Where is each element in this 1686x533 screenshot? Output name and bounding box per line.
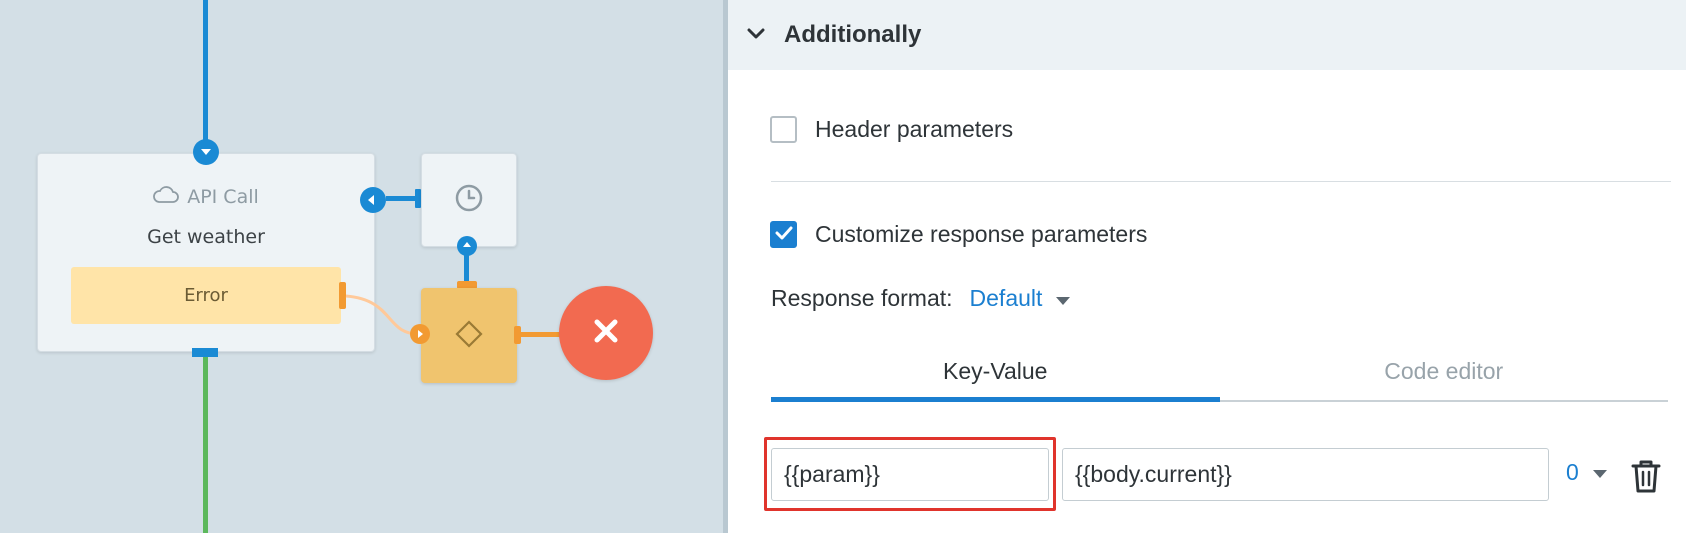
flow-connector-in	[203, 0, 208, 142]
settings-panel: Additionally Header parameters Customize…	[728, 0, 1686, 533]
timeout-port[interactable]	[360, 187, 386, 213]
api-call-node[interactable]: API Call Get weather Error	[37, 153, 375, 352]
timer-node[interactable]	[421, 153, 517, 247]
input-port[interactable]	[193, 139, 219, 165]
timer-condition-connector	[464, 254, 469, 282]
customize-response-option[interactable]: Customize response parameters	[770, 221, 1147, 248]
header-parameters-label[interactable]: Header parameters	[815, 116, 1013, 143]
cloud-icon	[153, 185, 180, 208]
flow-canvas[interactable]: API Call Get weather Error	[0, 0, 727, 533]
chevron-down-icon	[746, 26, 766, 45]
section-title: Additionally	[784, 21, 922, 48]
customize-response-label[interactable]: Customize response parameters	[815, 221, 1147, 248]
param-value-input[interactable]	[1062, 448, 1549, 501]
api-call-type-label: API Call	[187, 185, 259, 208]
response-format-dropdown[interactable]: Default	[970, 285, 1043, 312]
condition-stop-connector	[520, 332, 561, 337]
success-output-port[interactable]	[192, 348, 218, 357]
response-format-label: Response format:	[771, 285, 953, 311]
diamond-icon	[454, 319, 484, 353]
error-output-port[interactable]	[339, 282, 346, 309]
close-icon	[592, 317, 620, 349]
error-branch-label: Error	[184, 285, 228, 306]
stop-node[interactable]	[559, 286, 653, 380]
section-header-additionally[interactable]: Additionally	[728, 0, 1686, 70]
condition-input-port[interactable]	[410, 324, 430, 344]
caret-down-icon[interactable]	[1056, 296, 1071, 305]
customize-response-checkbox[interactable]	[770, 221, 797, 248]
checkmark-icon	[775, 225, 793, 244]
editor-tabs: Key-Value Code editor	[771, 342, 1668, 402]
clock-icon	[453, 182, 485, 218]
timer-bottom-port[interactable]	[457, 236, 477, 256]
api-call-title: Get weather	[147, 226, 265, 248]
condition-node[interactable]	[421, 288, 517, 383]
count-dropdown[interactable]: 0	[1566, 459, 1607, 486]
header-parameters-option[interactable]: Header parameters	[770, 116, 1013, 143]
tab-key-value[interactable]: Key-Value	[771, 342, 1220, 402]
flow-connector-success	[203, 356, 208, 533]
tab-code-editor[interactable]: Code editor	[1220, 342, 1669, 400]
key-value-row: 0	[728, 437, 1686, 517]
timer-connector	[386, 196, 418, 201]
divider	[771, 181, 1671, 182]
response-format-row: Response format: Default	[771, 285, 1071, 312]
caret-down-icon	[1592, 470, 1607, 478]
trash-icon[interactable]	[1630, 458, 1662, 494]
error-branch[interactable]: Error	[71, 267, 341, 324]
count-value: 0	[1566, 459, 1579, 485]
header-parameters-checkbox[interactable]	[770, 116, 797, 143]
api-call-type: API Call	[38, 185, 374, 208]
param-key-input[interactable]	[771, 448, 1049, 501]
